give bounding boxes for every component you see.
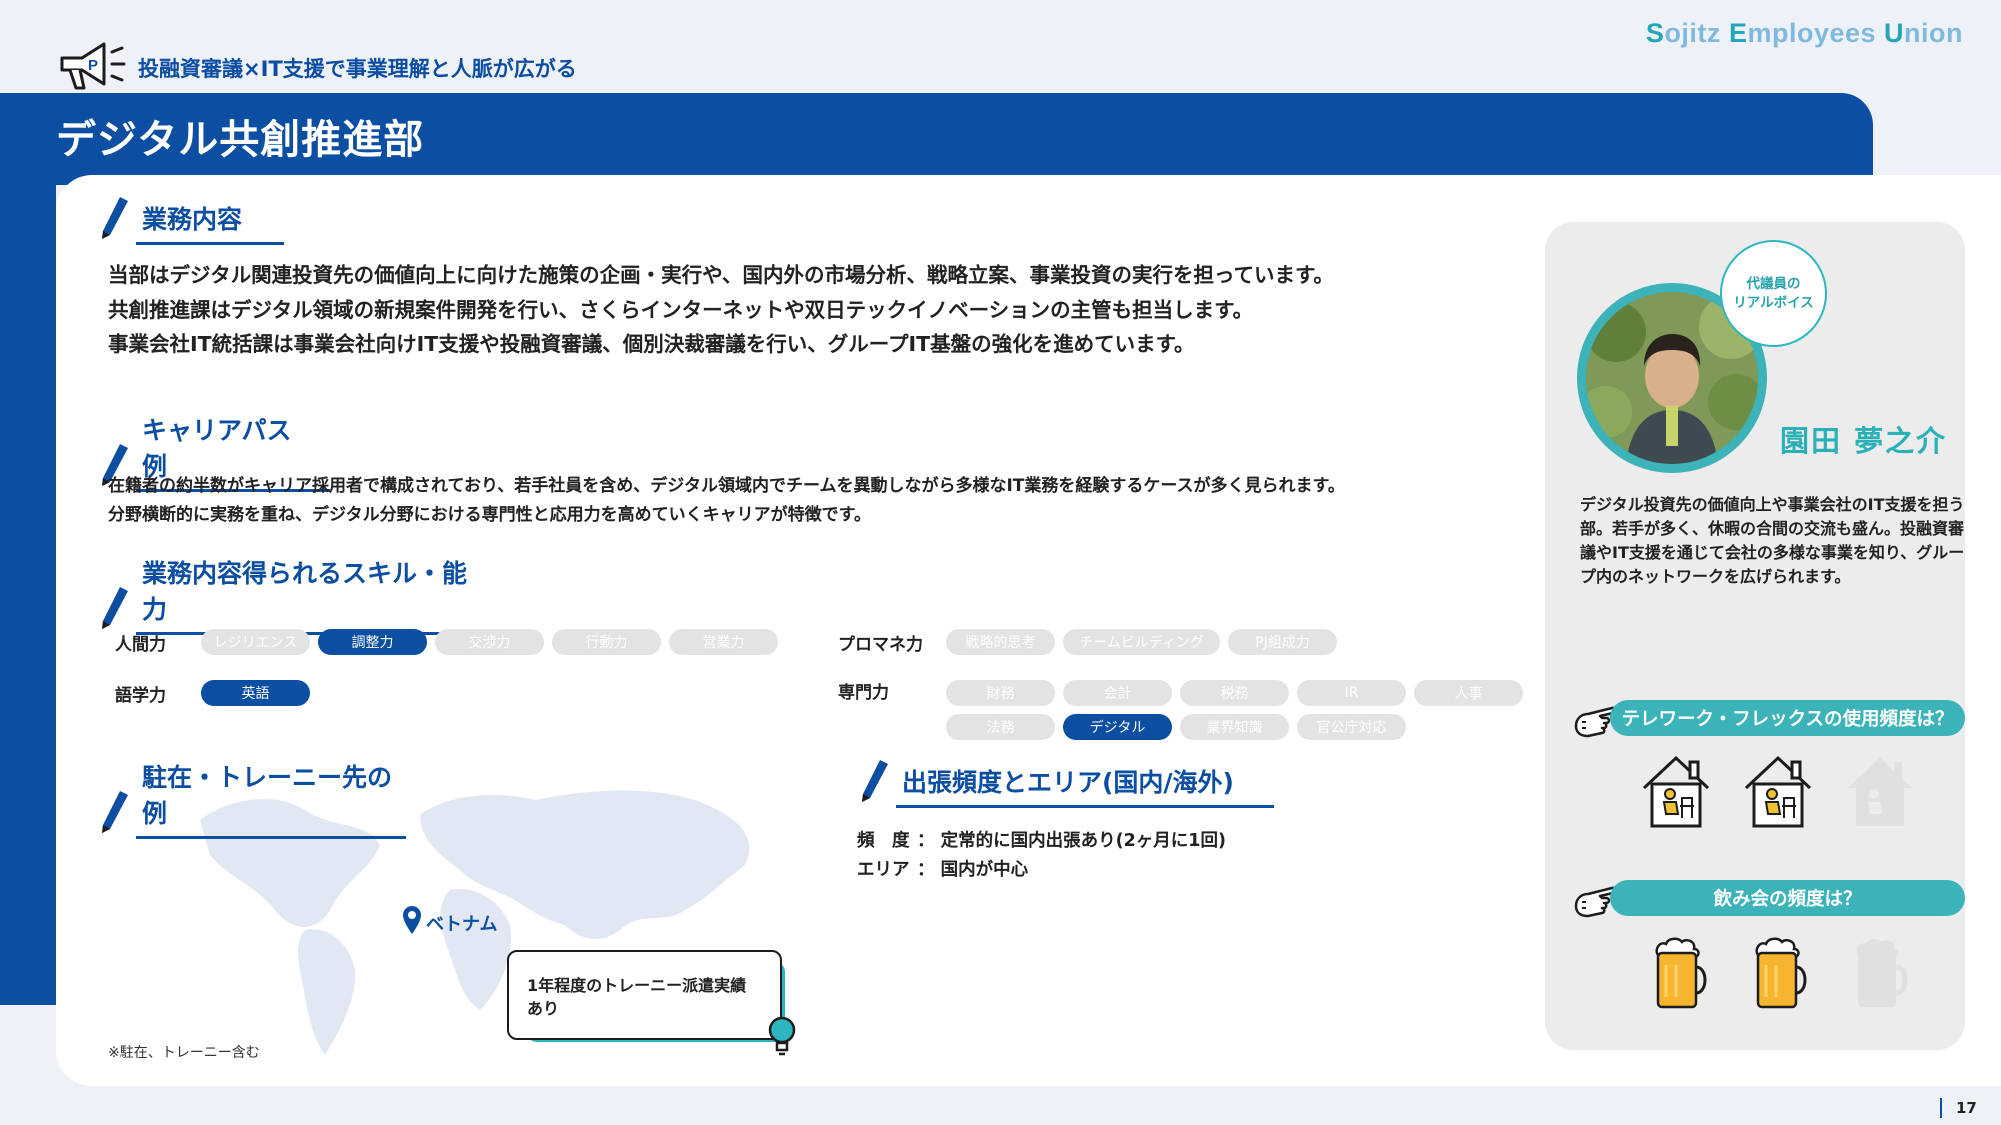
section-heading-travel: 出張頻度とエリア(国内/海外) bbox=[860, 758, 1274, 808]
drinking-rating bbox=[1652, 935, 1912, 1015]
skill-pill: 官公庁対応 bbox=[1297, 714, 1406, 740]
page-subtitle: 投融資審議×IT支援で事業理解と人脈が広がる bbox=[138, 57, 577, 81]
skill-pill: PJ組成力 bbox=[1228, 629, 1337, 655]
skill-pill: 会計 bbox=[1063, 680, 1172, 706]
skill-pill: 税務 bbox=[1180, 680, 1289, 706]
brand-cap-1: S bbox=[1645, 18, 1665, 48]
real-voice-bubble: 代議員の リアルボイス bbox=[1720, 240, 1827, 347]
skill-category-label: 語学力 bbox=[115, 685, 166, 706]
skill-category-label: プロマネ力 bbox=[838, 634, 923, 655]
page-title: デジタル共創推進部 bbox=[56, 117, 425, 163]
travel-separator: ： bbox=[917, 860, 941, 880]
pencil-icon bbox=[100, 195, 130, 245]
page-number-divider bbox=[1940, 1098, 1942, 1118]
skill-pill-active: 英語 bbox=[201, 680, 310, 706]
skill-pill-active: デジタル bbox=[1063, 714, 1172, 740]
lightbulb-icon bbox=[765, 1013, 799, 1063]
skill-pill: チームビルディング bbox=[1063, 629, 1220, 655]
callout-text-line: 1年程度のトレーニー派遣実績 bbox=[527, 976, 747, 995]
section-title-business: 業務内容 bbox=[136, 200, 284, 245]
business-description: 当部はデジタル関連投資先の価値向上に向けた施策の企画・実行や、国内外の市場分析、… bbox=[108, 258, 1334, 362]
travel-separator: ： bbox=[917, 831, 941, 851]
location-pin-icon bbox=[402, 905, 422, 940]
beer-mug-icon-inactive bbox=[1852, 935, 1912, 1015]
drinking-question: 飲み会の頻度は？ bbox=[1610, 880, 1965, 916]
skill-pill: 営業力 bbox=[669, 629, 778, 655]
section-title-travel: 出張頻度とエリア(国内/海外) bbox=[896, 763, 1274, 808]
skill-pill: 法務 bbox=[946, 714, 1055, 740]
skill-pill: IR bbox=[1297, 680, 1406, 706]
skill-group-expertise: 専門力 財務 会計 税務 IR 人事 法務 デジタル 業界知識 官公庁対応 bbox=[838, 680, 1546, 740]
travel-row: エリア ： 国内が中心 bbox=[857, 856, 1226, 885]
beer-mug-icon bbox=[1752, 935, 1812, 1015]
beer-mug-icon bbox=[1652, 935, 1712, 1015]
pencil-icon bbox=[100, 789, 130, 839]
skill-category-label: 人間力 bbox=[115, 634, 166, 655]
travel-row: 頻 度 ： 定常的に国内出張あり(2ヶ月に1回) bbox=[857, 827, 1226, 856]
skill-pill: 人事 bbox=[1414, 680, 1523, 706]
left-accent-strip bbox=[0, 185, 56, 1005]
skill-group-pm: プロマネ力 戦略的思考 チームビルディング PJ組成力 bbox=[838, 629, 1337, 655]
skill-pill-list: 戦略的思考 チームビルディング PJ組成力 bbox=[946, 629, 1337, 655]
skill-category-label: 専門力 bbox=[838, 683, 889, 703]
travel-value: 定常的に国内出張あり(2ヶ月に1回) bbox=[940, 831, 1226, 851]
career-line: 在籍者の約半数がキャリア採用者で構成されており、若手社員を含め、デジタル領域内で… bbox=[108, 476, 1345, 496]
skill-pill: 行動力 bbox=[552, 629, 661, 655]
telework-rating bbox=[1640, 752, 1916, 832]
skill-pill-list: 財務 会計 税務 IR 人事 法務 デジタル 業界知識 官公庁対応 bbox=[946, 680, 1546, 740]
megaphone-icon: P bbox=[56, 40, 128, 96]
career-line: 分野横断的に実務を重ね、デジタル分野における専門性と応用力を高めていくキャリアが… bbox=[108, 505, 871, 525]
skill-pill-list: 英語 bbox=[201, 680, 310, 706]
home-office-icon-inactive bbox=[1844, 752, 1916, 832]
travel-key: エリア bbox=[857, 860, 910, 880]
title-bar: デジタル共創推進部 bbox=[0, 93, 1873, 185]
brand-cap-3: U bbox=[1884, 18, 1905, 48]
callout-text-line: あり bbox=[527, 999, 560, 1018]
business-line: 当部はデジタル関連投資先の価値向上に向けた施策の企画・実行や、国内外の市場分析、… bbox=[108, 263, 1334, 287]
brand-rest-2: mployees bbox=[1747, 18, 1885, 48]
section-heading-postings: 駐在・トレーニー先の例 bbox=[100, 758, 406, 839]
skill-pill: 財務 bbox=[946, 680, 1055, 706]
skill-group-human: 人間力 レジリエンス 調整力 交渉力 行動力 営業力 bbox=[115, 629, 778, 655]
pencil-icon bbox=[100, 585, 130, 635]
pencil-icon bbox=[860, 758, 890, 808]
svg-text:P: P bbox=[88, 57, 98, 74]
skill-pill: レジリエンス bbox=[201, 629, 310, 655]
brand-cap-2: E bbox=[1728, 18, 1748, 48]
brand-logo: Sojitz Employees Union bbox=[1646, 18, 1963, 49]
skill-pill: 交渉力 bbox=[435, 629, 544, 655]
map-location-label: ベトナム bbox=[426, 913, 498, 935]
telework-question: テレワーク・フレックスの使用頻度は？ bbox=[1610, 700, 1965, 736]
business-line: 事業会社IT統括課は事業会社向けIT支援や投融資審議、個別決裁審議を行い、グルー… bbox=[108, 332, 1195, 356]
posting-callout: 1年程度のトレーニー派遣実績 あり bbox=[507, 950, 782, 1040]
travel-details: 頻 度 ： 定常的に国内出張あり(2ヶ月に1回) エリア ： 国内が中心 bbox=[857, 827, 1226, 885]
home-office-icon bbox=[1640, 752, 1712, 832]
section-heading-skills: 業務内容得られるスキル・能力 bbox=[100, 554, 493, 635]
section-heading-business: 業務内容 bbox=[100, 195, 284, 245]
section-title-postings: 駐在・トレーニー先の例 bbox=[136, 758, 406, 839]
postings-footnote: ※駐在、トレーニー含む bbox=[108, 1045, 260, 1061]
skill-pill: 業界知識 bbox=[1180, 714, 1289, 740]
brand-rest-1: ojitz bbox=[1664, 18, 1729, 48]
bubble-line: 代議員の bbox=[1746, 275, 1801, 292]
brand-rest-3: nion bbox=[1904, 18, 1963, 48]
travel-value: 国内が中心 bbox=[940, 860, 1029, 880]
skill-pill-active: 調整力 bbox=[318, 629, 427, 655]
travel-key: 頻 度 bbox=[857, 831, 910, 851]
skill-pill-list: レジリエンス 調整力 交渉力 行動力 営業力 bbox=[201, 629, 778, 655]
bubble-line: リアルボイス bbox=[1733, 294, 1814, 311]
section-title-skills: 業務内容得られるスキル・能力 bbox=[136, 554, 493, 635]
map-marker-vietnam: ベトナム bbox=[402, 905, 497, 940]
page-subtitle-row: P 投融資審議×IT支援で事業理解と人脈が広がる bbox=[56, 40, 577, 96]
career-description: 在籍者の約半数がキャリア採用者で構成されており、若手社員を含め、デジタル領域内で… bbox=[108, 472, 1345, 530]
page-number-value: 17 bbox=[1956, 1099, 1977, 1117]
representative-comment: デジタル投資先の価値向上や事業会社のIT支援を担う部。若手が多く、休暇の合間の交… bbox=[1580, 495, 1965, 586]
representative-name: 園田 夢之介 bbox=[1780, 424, 1948, 458]
page-number: 17 bbox=[1940, 1098, 1977, 1118]
skill-group-language: 語学力 英語 bbox=[115, 680, 310, 706]
skill-pill: 戦略的思考 bbox=[946, 629, 1055, 655]
home-office-icon bbox=[1742, 752, 1814, 832]
business-line: 共創推進課はデジタル領域の新規案件開発を行い、さくらインターネットや双日テックイ… bbox=[108, 297, 1254, 322]
